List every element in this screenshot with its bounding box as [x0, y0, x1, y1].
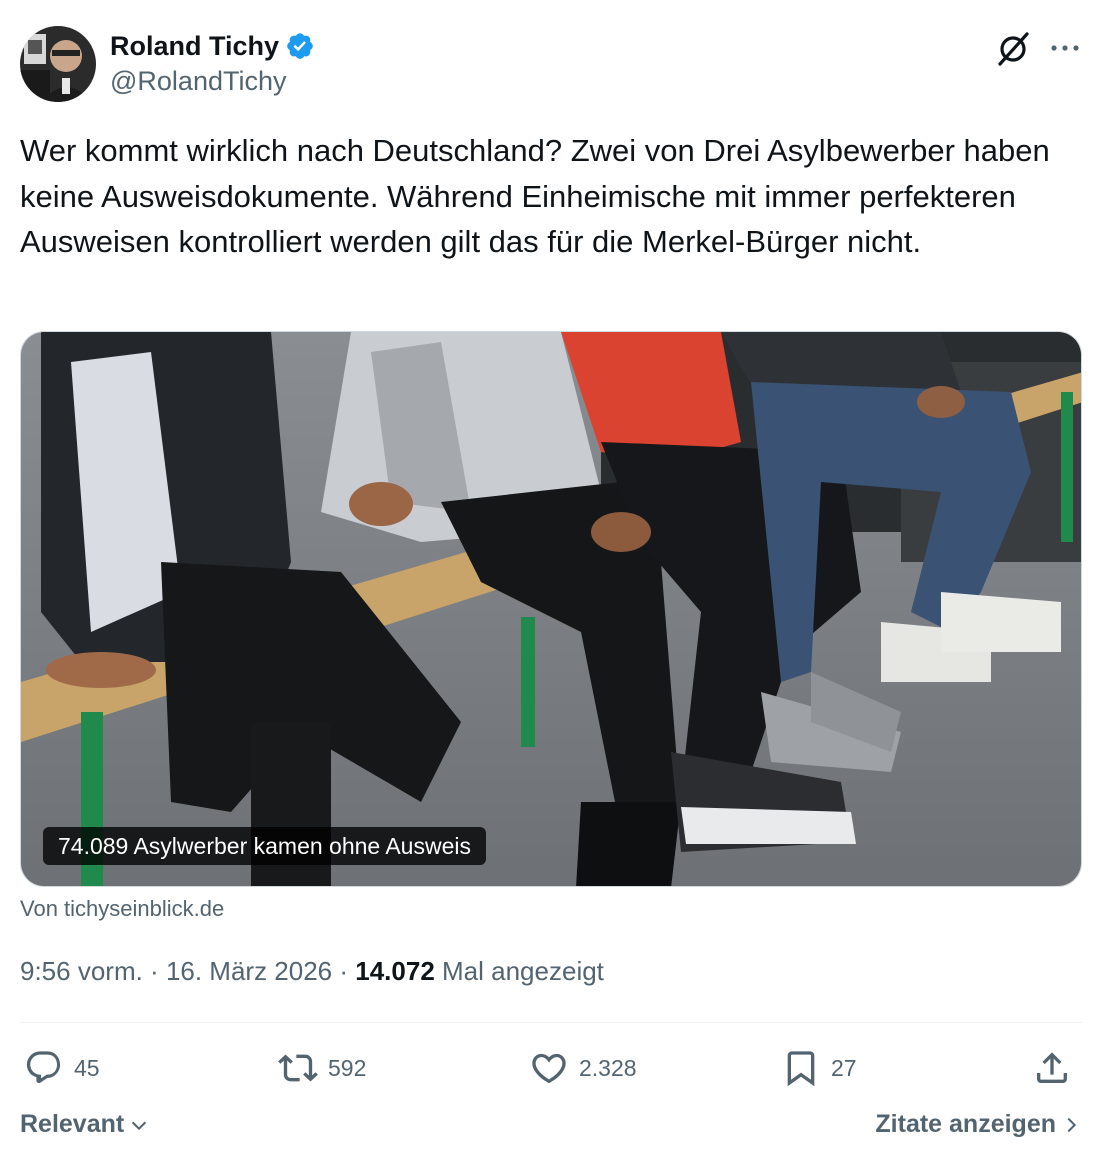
- tweet-date[interactable]: 16. März 2026: [166, 956, 332, 986]
- card-image: [21, 332, 1081, 886]
- reply-icon: [26, 1051, 61, 1084]
- repost-icon: [278, 1054, 318, 1082]
- like-button[interactable]: 2.328: [529, 1043, 637, 1093]
- more-icon[interactable]: [1048, 34, 1082, 62]
- bookmark-icon: [787, 1051, 815, 1087]
- quotes-label: Zitate anzeigen: [875, 1110, 1056, 1138]
- repost-button[interactable]: 592: [278, 1043, 366, 1093]
- views-label: Mal angezeigt: [434, 956, 604, 986]
- action-bar: 45 592 2.328 27: [20, 1043, 1082, 1093]
- bookmark-count: 27: [831, 1054, 857, 1081]
- views-count: 14.072: [355, 956, 435, 986]
- sort-label: Relevant: [20, 1110, 125, 1138]
- author-display-name[interactable]: Roland Tichy: [110, 31, 279, 62]
- meta-separator: ·: [142, 956, 166, 986]
- view-quotes-link[interactable]: Zitate anzeigen: [875, 1110, 1082, 1139]
- replies-footer: Relevant Zitate anzeigen: [20, 1110, 1082, 1150]
- reply-button[interactable]: 45: [24, 1043, 100, 1093]
- tweet-meta: 9:56 vorm. · 16. März 2026 · 14.072 Mal …: [20, 956, 604, 987]
- avatar-image: [20, 26, 96, 102]
- link-card[interactable]: 74.089 Asylwerber kamen ohne Ausweis: [20, 331, 1082, 887]
- heart-icon: [532, 1053, 566, 1084]
- chevron-right-icon: [1067, 1117, 1077, 1132]
- like-count: 2.328: [579, 1054, 637, 1081]
- tweet-text: Wer kommt wirklich nach Deutschland? Zwe…: [20, 133, 1050, 259]
- author-handle[interactable]: @RolandTichy: [110, 66, 315, 97]
- divider: [20, 1022, 1082, 1023]
- author-names: Roland Tichy @RolandTichy: [110, 28, 315, 97]
- card-source[interactable]: Von tichyseinblick.de: [20, 896, 224, 922]
- card-caption[interactable]: 74.089 Asylwerber kamen ohne Ausweis: [43, 827, 486, 865]
- bookmark-button[interactable]: 27: [781, 1043, 857, 1093]
- grok-icon[interactable]: [994, 30, 1032, 68]
- avatar[interactable]: [20, 26, 96, 102]
- sort-dropdown[interactable]: Relevant: [20, 1110, 150, 1139]
- tweet-header: Roland Tichy @RolandTichy: [20, 26, 1082, 102]
- verified-badge-icon[interactable]: [285, 31, 315, 61]
- reply-count: 45: [74, 1054, 100, 1081]
- tweet-time[interactable]: 9:56 vorm.: [20, 956, 143, 986]
- share-icon: [1037, 1052, 1067, 1083]
- chevron-down-icon: [132, 1121, 147, 1130]
- share-button[interactable]: [1032, 1043, 1072, 1093]
- repost-count: 592: [328, 1054, 367, 1081]
- meta-separator: ·: [332, 956, 356, 986]
